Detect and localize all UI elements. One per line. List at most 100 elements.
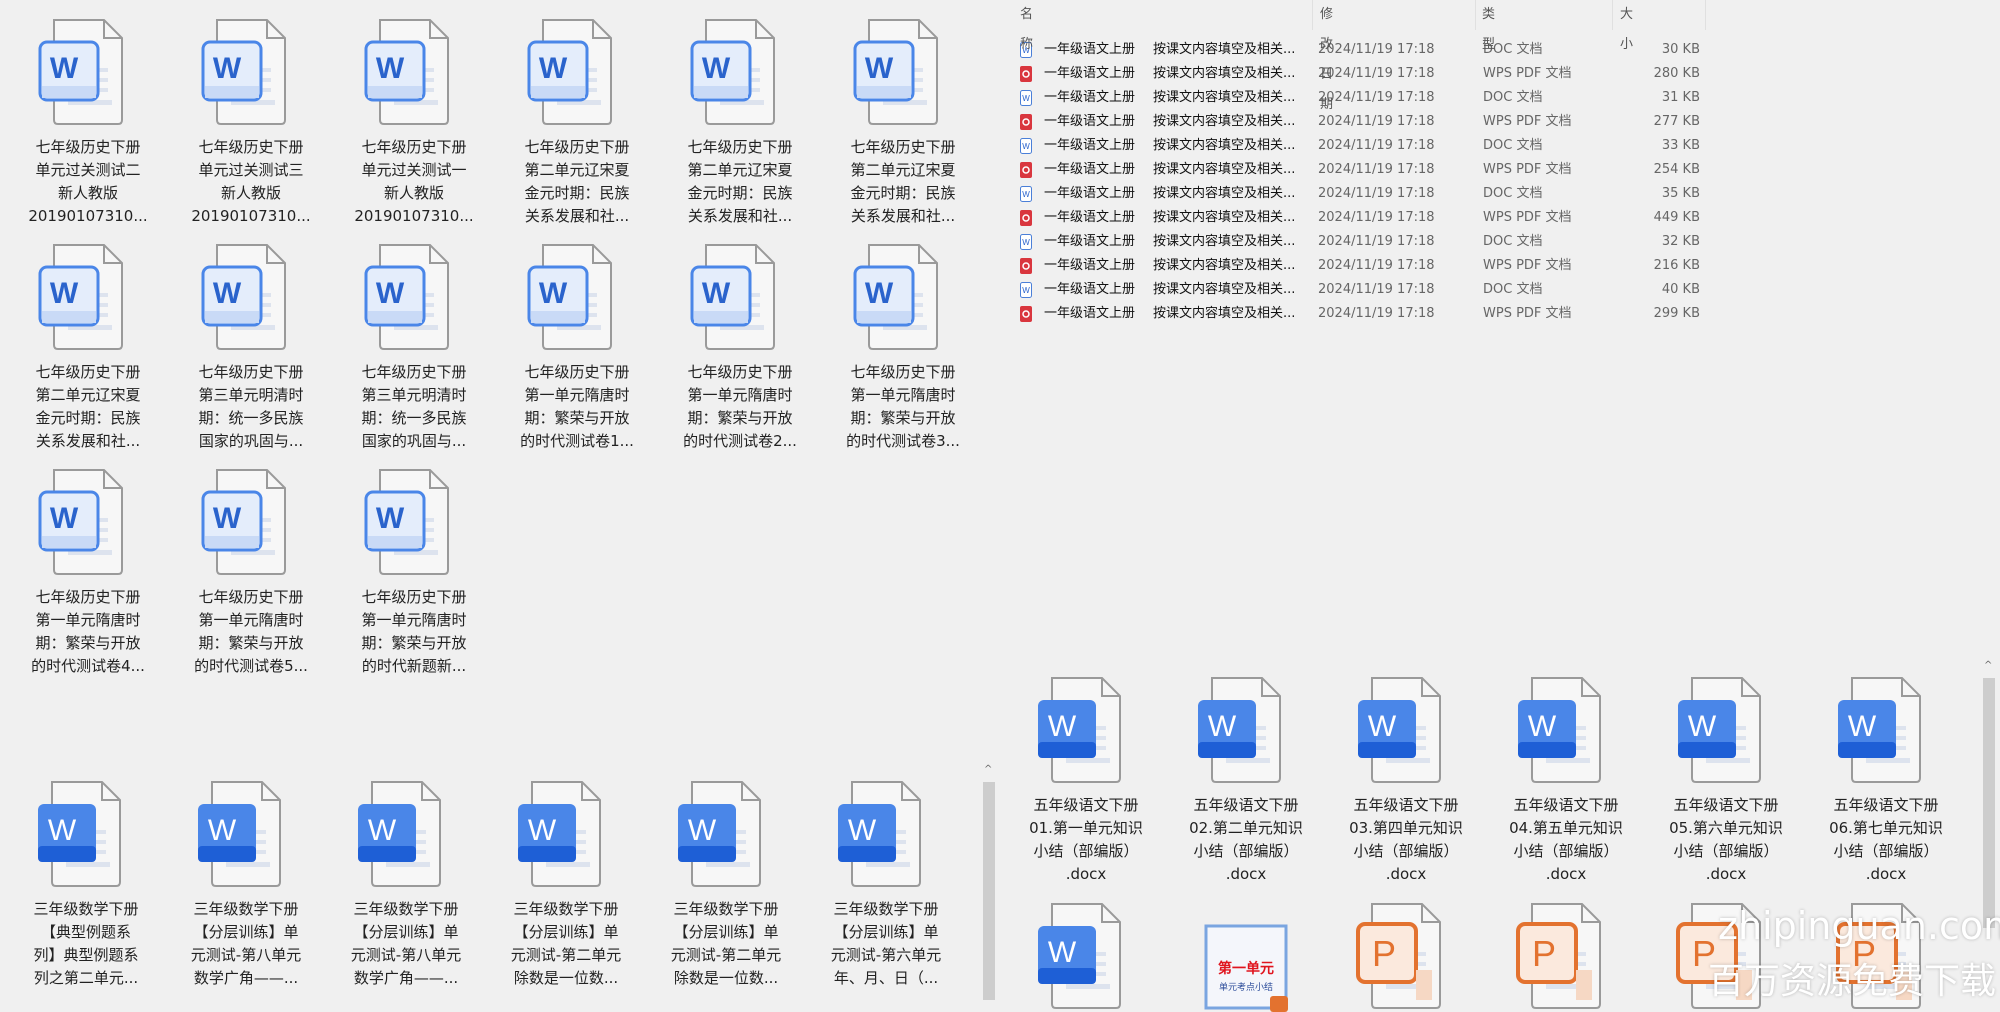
top-left-file-item[interactable]: W 七年级历史下册 第一单元隋唐时 期：繁荣与开放 的时代测试卷5...	[176, 466, 326, 678]
column-divider[interactable]	[1612, 0, 1613, 30]
top-left-file-item[interactable]: W 七年级历史下册 第一单元隋唐时 期：繁荣与开放 的时代测试卷1...	[502, 241, 652, 453]
file-name-line: 小结（部编版）	[1673, 842, 1779, 860]
pdf-file-icon	[1020, 162, 1032, 178]
list-row[interactable]: W 一年级语文上册 按课文内容填空及相关... 2024/11/19 17:18 DOC…	[1018, 230, 1718, 254]
svg-text:W: W	[1022, 238, 1030, 247]
pdf-file-icon	[1020, 66, 1032, 82]
file-name-line: 的时代新题新...	[361, 657, 467, 675]
column-header-date[interactable]: 修改日期	[1320, 0, 1333, 112]
file-name-line: 关系发展和社...	[35, 432, 141, 450]
file-name-label: 五年级语文下册 01.第一单元知识 小结（部编版） .docx	[1011, 794, 1161, 886]
file-name-line: 第一单元隋唐时	[35, 611, 141, 629]
top-left-file-item[interactable]: W 七年级历史下册 第二单元辽宋夏 金元时期：民族 关系发展和社...	[828, 16, 978, 228]
list-row[interactable]: 一年级语文上册 按课文内容填空及相关... 2024/11/19 17:18 WPS …	[1018, 254, 1718, 278]
bottom-left-file-item[interactable]: W 三年级数学下册 【典型例题系 列】典型例题系 列之第二单元...	[11, 778, 161, 990]
list-row[interactable]: 一年级语文上册 按课文内容填空及相关... 2024/11/19 17:18 WPS …	[1018, 302, 1718, 326]
word-doc-icon: W	[651, 778, 801, 890]
bottom-right-file-item[interactable]: W 五年级语文下册 05.第六单元知识 小结（部编版） .docx	[1651, 674, 1801, 886]
word-doc-icon: W	[1811, 674, 1961, 786]
list-row[interactable]: 一年级语文上册 按课文内容填空及相关... 2024/11/19 17:18 WPS …	[1018, 62, 1718, 86]
top-left-file-item[interactable]: W 七年级历史下册 单元过关测试一 新人教版 20190107310...	[339, 16, 489, 228]
top-left-file-item[interactable]: W 七年级历史下册 第一单元隋唐时 期：繁荣与开放 的时代测试卷3...	[828, 241, 978, 453]
top-left-file-item[interactable]: W 七年级历史下册 单元过关测试三 新人教版 20190107310...	[176, 16, 326, 228]
column-header-size[interactable]: 大小	[1620, 0, 1633, 52]
top-left-file-item[interactable]: W 七年级历史下册 第三单元明清时 期：统一多民族 国家的巩固与...	[339, 241, 489, 453]
word-doc-icon: W	[171, 778, 321, 890]
file-name-line: 除数是一位数...	[673, 969, 779, 987]
bottom-left-file-item[interactable]: W 三年级数学下册 【分层训练】单 元测试-第二单元 除数是一位数...	[491, 778, 641, 990]
file-type: DOC 文档	[1483, 90, 1543, 105]
scrollbar-thumb[interactable]	[1983, 678, 1995, 928]
top-left-file-item[interactable]: W 七年级历史下册 第三单元明清时 期：统一多民族 国家的巩固与...	[176, 241, 326, 453]
bottom-right-file-item[interactable]: W	[1011, 900, 1161, 1012]
file-name: 一年级语文上册	[1044, 282, 1136, 297]
bottom-left-file-item[interactable]: W 三年级数学下册 【分层训练】单 元测试-第八单元 数学广角——...	[171, 778, 321, 990]
column-header-name[interactable]: 名称	[1020, 0, 1033, 52]
top-left-file-item[interactable]: W 七年级历史下册 第二单元辽宋夏 金元时期：民族 关系发展和社...	[502, 16, 652, 228]
list-row[interactable]: W 一年级语文上册 按课文内容填空及相关... 2024/11/19 17:18 DOC…	[1018, 278, 1718, 302]
file-name-line: 五年级语文下册	[1673, 796, 1779, 814]
top-left-file-item[interactable]: W 七年级历史下册 第一单元隋唐时 期：繁荣与开放 的时代测试卷2...	[665, 241, 815, 453]
scroll-up-arrow-icon[interactable]: ^	[984, 764, 992, 775]
top-left-file-item[interactable]: W 七年级历史下册 第一单元隋唐时 期：繁荣与开放 的时代新题新...	[339, 466, 489, 678]
modified-date: 2024/11/19 17:18	[1318, 210, 1435, 225]
list-row[interactable]: W 一年级语文上册 按课文内容填空及相关... 2024/11/19 17:18 DOC…	[1018, 86, 1718, 110]
bottom-right-file-item[interactable]: P	[1491, 900, 1641, 1012]
bottom-right-file-item[interactable]: W 五年级语文下册 06.第七单元知识 小结（部编版） .docx	[1811, 674, 1961, 886]
file-name-line: 20190107310...	[354, 207, 474, 225]
scroll-up-arrow-icon[interactable]: ^	[1984, 660, 1992, 671]
bottom-left-file-item[interactable]: W 三年级数学下册 【分层训练】单 元测试-第六单元 年、月、日（...	[811, 778, 961, 990]
file-name-label: 三年级数学下册 【分层训练】单 元测试-第二单元 除数是一位数...	[491, 898, 641, 990]
bottom-right-file-item[interactable]: W 五年级语文下册 04.第五单元知识 小结（部编版） .docx	[1491, 674, 1641, 886]
top-left-file-item[interactable]: W 七年级历史下册 第一单元隋唐时 期：繁荣与开放 的时代测试卷4...	[13, 466, 163, 678]
file-name: 一年级语文上册	[1044, 234, 1136, 249]
list-row[interactable]: W 一年级语文上册 按课文内容填空及相关... 2024/11/19 17:18 DOC…	[1018, 134, 1718, 158]
bottom-left-file-item[interactable]: W 三年级数学下册 【分层训练】单 元测试-第八单元 数学广角——...	[331, 778, 481, 990]
column-header-type[interactable]: 类型	[1482, 0, 1495, 52]
list-row[interactable]: 一年级语文上册 按课文内容填空及相关... 2024/11/19 17:18 WPS …	[1018, 110, 1718, 134]
file-name-label: 七年级历史下册 第二单元辽宋夏 金元时期：民族 关系发展和社...	[665, 136, 815, 228]
svg-text:W: W	[688, 814, 717, 847]
bottom-left-file-item[interactable]: W 三年级数学下册 【分层训练】单 元测试-第二单元 除数是一位数...	[651, 778, 801, 990]
top-left-file-item[interactable]: W 七年级历史下册 第二单元辽宋夏 金元时期：民族 关系发展和社...	[665, 16, 815, 228]
column-divider[interactable]	[1705, 0, 1706, 30]
file-name-label: 五年级语文下册 02.第二单元知识 小结（部编版） .docx	[1171, 794, 1321, 886]
list-row[interactable]: 一年级语文上册 按课文内容填空及相关... 2024/11/19 17:18 WPS …	[1018, 158, 1718, 182]
file-name-line: 01.第一单元知识	[1029, 819, 1143, 837]
file-name: 一年级语文上册	[1044, 186, 1136, 201]
top-left-file-item[interactable]: W 七年级历史下册 第二单元辽宋夏 金元时期：民族 关系发展和社...	[13, 241, 163, 453]
list-row[interactable]: 一年级语文上册 按课文内容填空及相关... 2024/11/19 17:18 WPS …	[1018, 206, 1718, 230]
svg-text:W: W	[376, 502, 405, 535]
top-left-file-item[interactable]: W 七年级历史下册 单元过关测试二 新人教版 20190107310...	[13, 16, 163, 228]
file-name-line: 国家的巩固与...	[361, 432, 467, 450]
file-size: 40 KB	[1661, 282, 1700, 297]
svg-text:W: W	[368, 814, 397, 847]
thumbnail-title: 第一单元	[1218, 961, 1274, 977]
bottom-right-file-item[interactable]: W 五年级语文下册 02.第二单元知识 小结（部编版） .docx	[1171, 674, 1321, 886]
bottom-right-scrollbar[interactable]: ^	[1980, 658, 1998, 1000]
bottom-right-file-item[interactable]: 第一单元 单元考点小结	[1171, 900, 1321, 1012]
file-name-line: 七年级历史下册	[850, 363, 956, 381]
file-name-line: 期：繁荣与开放	[361, 634, 467, 652]
bottom-right-file-item[interactable]: P	[1331, 900, 1481, 1012]
file-type: WPS PDF 文档	[1483, 306, 1572, 321]
file-name-line: 期：繁荣与开放	[687, 409, 793, 427]
file-name-line: 五年级语文下册	[1033, 796, 1139, 814]
file-size: 277 KB	[1653, 114, 1700, 129]
sort-ascending-icon: ^	[1160, 0, 1171, 8]
column-divider[interactable]	[1312, 0, 1313, 30]
list-row[interactable]: W 一年级语文上册 按课文内容填空及相关... 2024/11/19 17:18 DOC…	[1018, 182, 1718, 206]
file-size: 280 KB	[1653, 66, 1700, 81]
bottom-right-file-item[interactable]: W 五年级语文下册 01.第一单元知识 小结（部编版） .docx	[1011, 674, 1161, 886]
file-name-suffix: 按课文内容填空及相关...	[1153, 114, 1296, 129]
file-name-line: 五年级语文下册	[1513, 796, 1619, 814]
bottom-left-scrollbar[interactable]: ^	[980, 762, 998, 1000]
file-name-label: 三年级数学下册 【典型例题系 列】典型例题系 列之第二单元...	[11, 898, 161, 990]
svg-text:W: W	[1022, 286, 1030, 295]
column-divider[interactable]	[1475, 0, 1476, 30]
file-type: DOC 文档	[1483, 138, 1543, 153]
bottom-right-file-item[interactable]: W 五年级语文下册 03.第四单元知识 小结（部编版） .docx	[1331, 674, 1481, 886]
scrollbar-thumb[interactable]	[983, 782, 995, 1000]
list-row[interactable]: W 一年级语文上册 按课文内容填空及相关... 2024/11/19 17:18 DOC…	[1018, 38, 1718, 62]
file-name-line: 金元时期：民族	[850, 184, 956, 202]
